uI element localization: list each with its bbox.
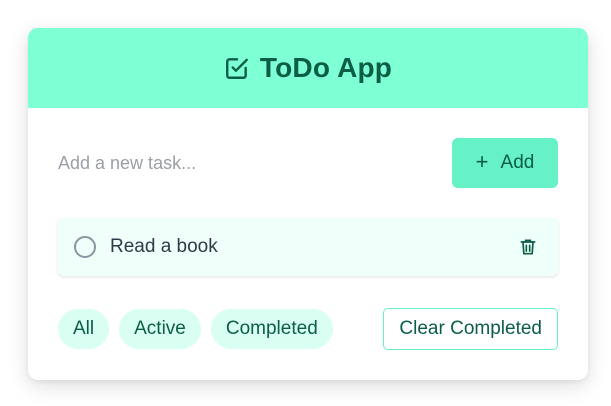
task-item: Read a book <box>58 218 558 276</box>
app-title: ToDo App <box>259 52 393 83</box>
task-complete-toggle[interactable] <box>74 236 96 258</box>
new-task-input[interactable] <box>58 138 452 188</box>
todo-card: ToDo App + Add Read a book <box>28 28 588 380</box>
trash-icon[interactable] <box>518 237 538 257</box>
filter-active[interactable]: Active <box>119 309 201 349</box>
clear-completed-button[interactable]: Clear Completed <box>383 308 558 350</box>
new-task-row: + Add <box>58 138 558 188</box>
task-text: Read a book <box>110 236 218 257</box>
footer-controls: All Active Completed Clear Completed <box>58 308 558 350</box>
app-header: ToDo App <box>28 28 588 108</box>
add-button-label: Add <box>500 152 535 173</box>
add-task-button[interactable]: + Add <box>452 138 558 188</box>
filter-completed[interactable]: Completed <box>210 309 333 349</box>
checkbox-pen-icon <box>224 55 250 81</box>
filter-all[interactable]: All <box>58 309 110 349</box>
app-body: + Add Read a book All <box>28 108 588 350</box>
plus-icon: + <box>475 149 489 174</box>
task-list: Read a book <box>58 218 558 276</box>
